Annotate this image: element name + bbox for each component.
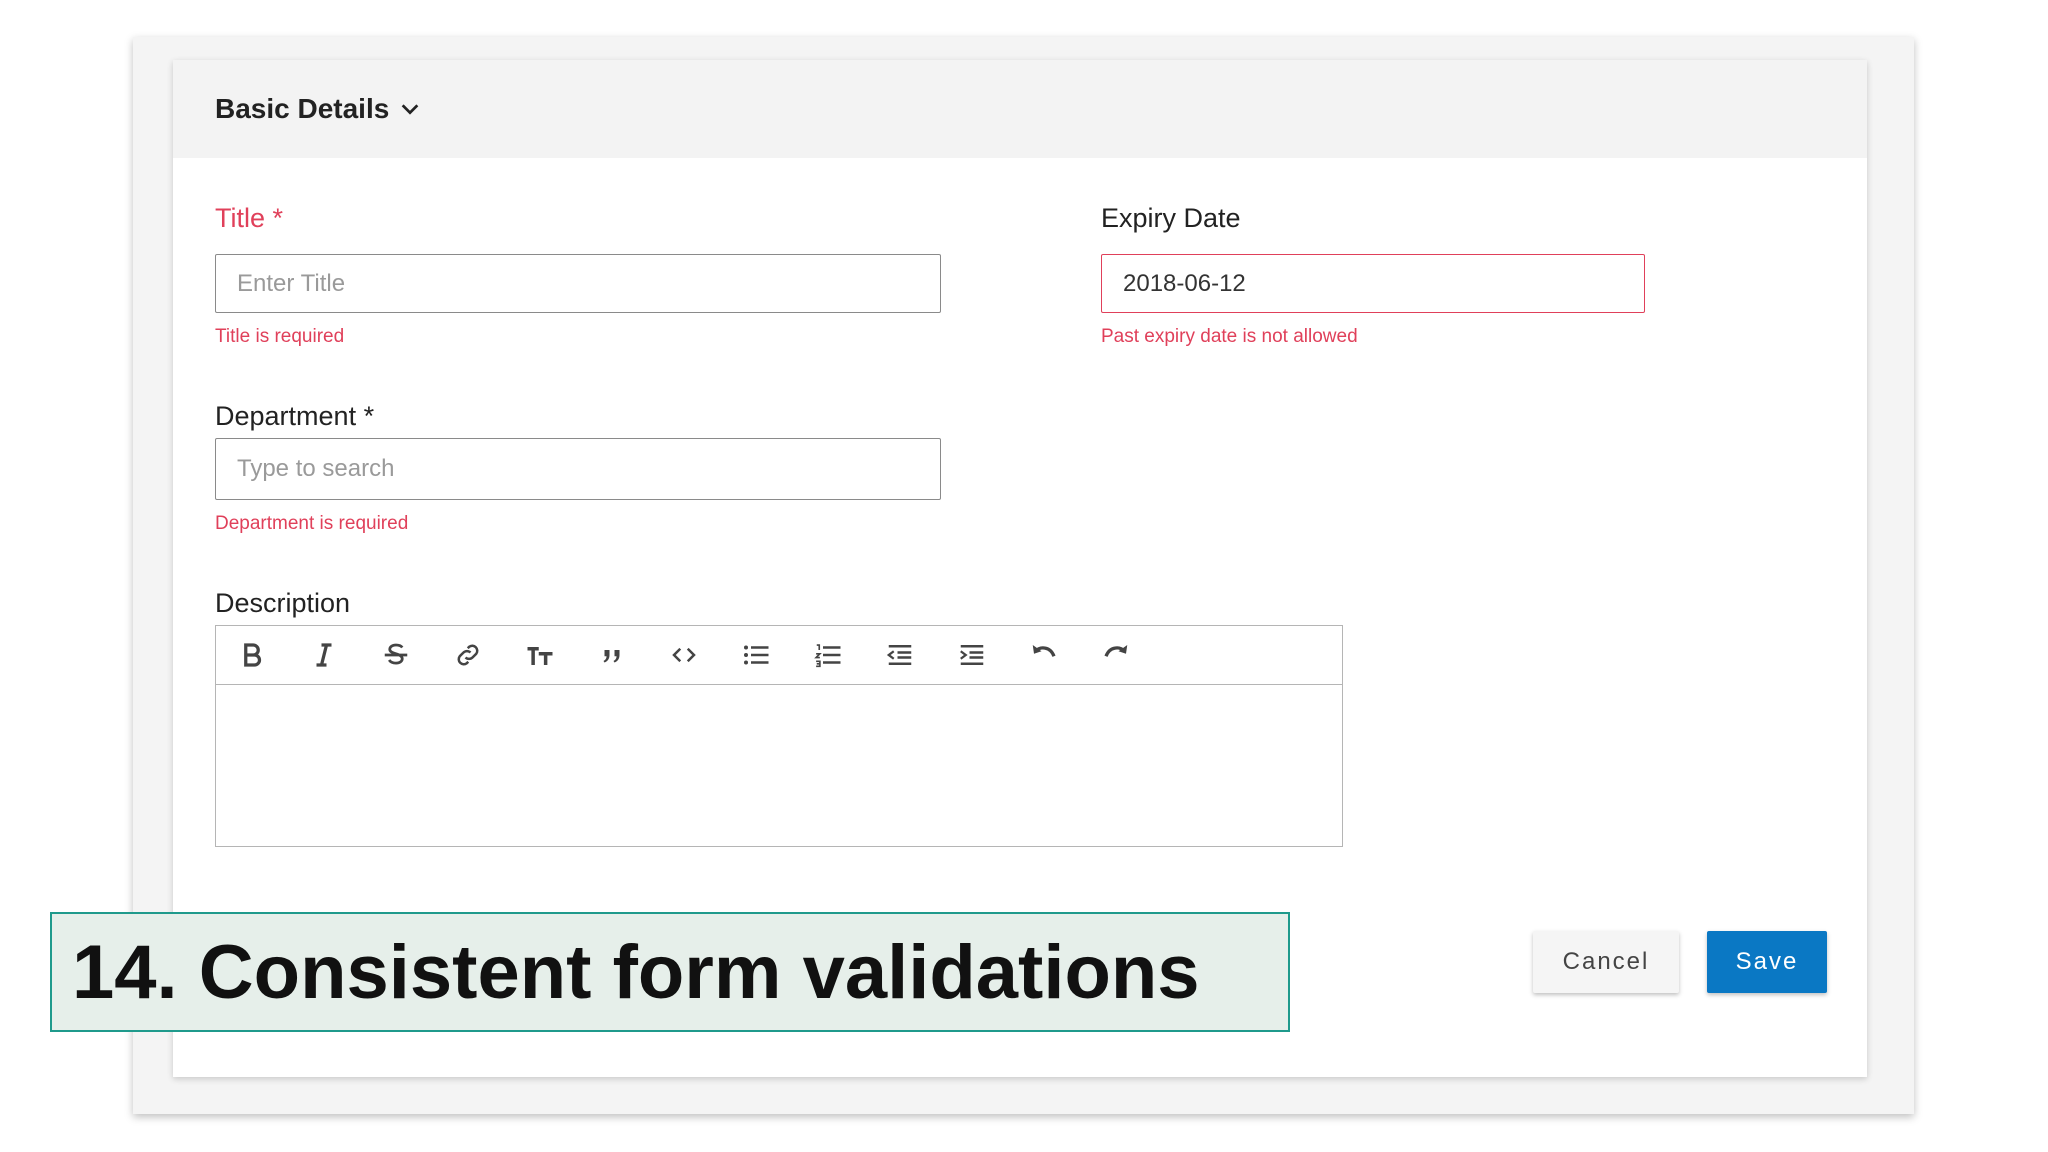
italic-icon[interactable] — [306, 637, 342, 673]
expiry-date-input[interactable]: 2018-06-12 — [1101, 254, 1645, 313]
expiry-date-label: Expiry Date — [1101, 203, 1241, 233]
editor-body[interactable] — [216, 685, 1342, 845]
code-icon[interactable] — [666, 637, 702, 673]
department-error: Department is required — [215, 513, 409, 534]
quote-icon[interactable] — [594, 637, 630, 673]
panel-title[interactable]: Basic Details — [215, 93, 421, 125]
outdent-icon[interactable] — [882, 637, 918, 673]
expiry-date-error: Past expiry date is not allowed — [1101, 326, 1358, 347]
numbered-list-icon[interactable] — [810, 637, 846, 673]
redo-icon[interactable] — [1098, 637, 1134, 673]
text-size-icon[interactable] — [522, 637, 558, 673]
department-label: Department * — [215, 401, 375, 431]
bullet-list-icon[interactable] — [738, 637, 774, 673]
caption-text: 14. Consistent form validations — [72, 929, 1200, 1015]
bold-icon[interactable] — [234, 637, 270, 673]
title-error: Title is required — [215, 326, 345, 347]
indent-icon[interactable] — [954, 637, 990, 673]
editor-toolbar — [216, 626, 1342, 685]
description-editor — [215, 625, 1343, 847]
expiry-date-value: 2018-06-12 — [1123, 269, 1246, 297]
caption-banner: 14. Consistent form validations — [50, 912, 1290, 1032]
strikethrough-icon[interactable] — [378, 637, 414, 673]
panel-header[interactable]: Basic Details — [173, 60, 1867, 158]
title-placeholder: Enter Title — [237, 269, 346, 297]
department-placeholder: Type to search — [237, 455, 395, 482]
title-input[interactable]: Enter Title — [215, 254, 941, 313]
cancel-button[interactable]: Cancel — [1533, 931, 1679, 993]
chevron-down-icon — [402, 104, 419, 115]
save-button[interactable]: Save — [1707, 931, 1827, 993]
department-search-input[interactable]: Type to search — [215, 438, 941, 500]
undo-icon[interactable] — [1026, 637, 1062, 673]
link-icon[interactable] — [450, 637, 486, 673]
title-label: Title * — [215, 203, 284, 233]
panel-title-text: Basic Details — [215, 93, 390, 124]
description-label: Description — [215, 588, 351, 618]
